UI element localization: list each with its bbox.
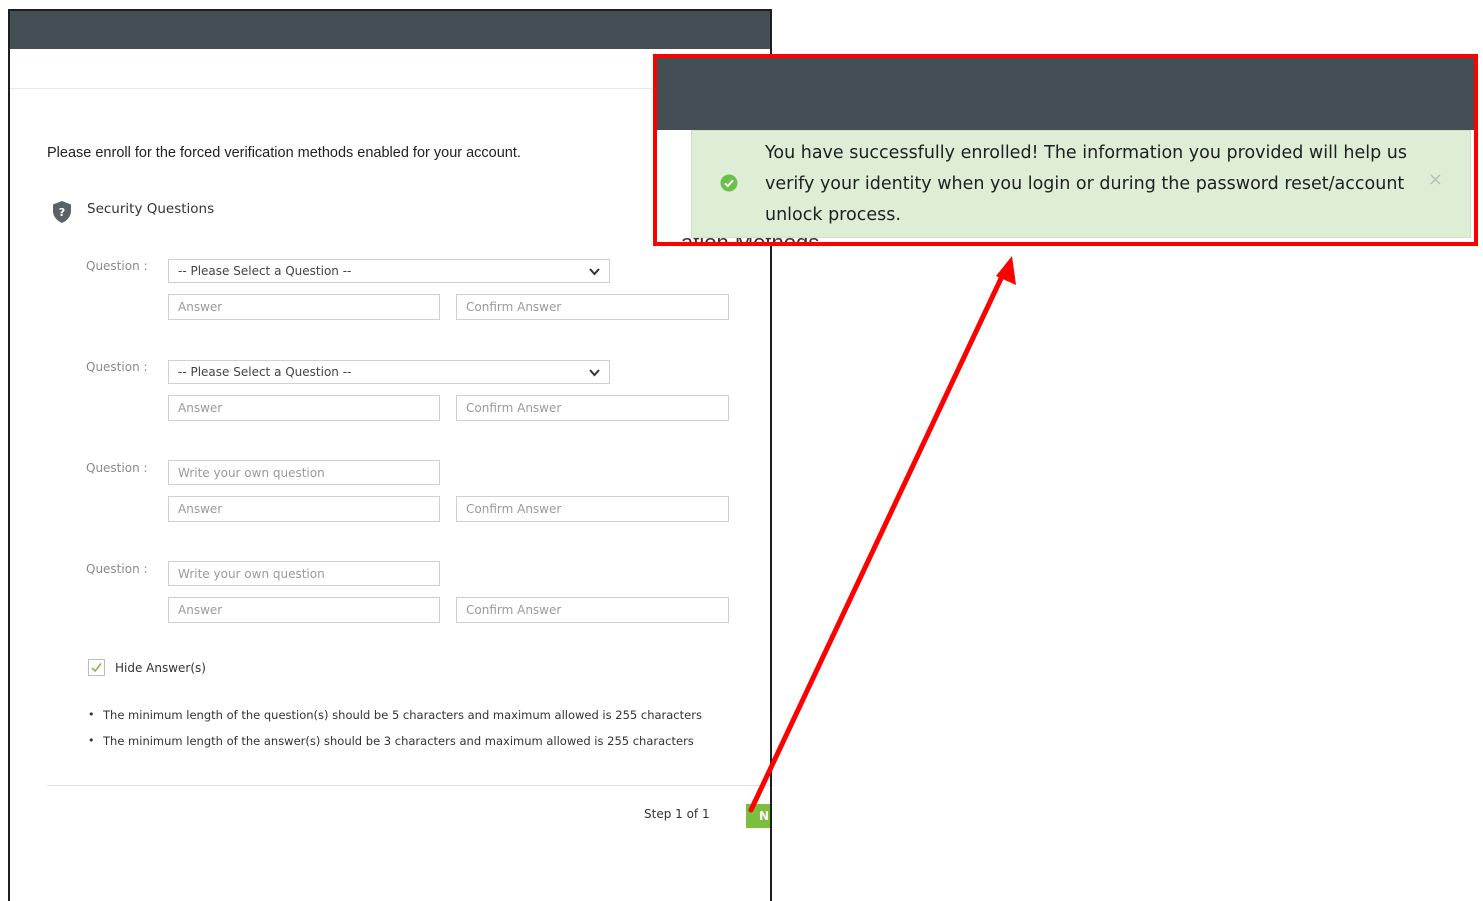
question-4-confirm-field[interactable]	[456, 597, 729, 623]
chevron-down-icon	[589, 268, 600, 276]
security-questions-title: Security Questions	[87, 201, 215, 217]
success-check-icon	[720, 174, 738, 192]
question-3-confirm-field[interactable]	[456, 496, 729, 522]
window-header-bar	[10, 11, 770, 49]
question-1-select[interactable]: -- Please Select a Question --	[168, 259, 610, 283]
question-2-selected-value: -- Please Select a Question --	[178, 365, 352, 379]
question-3-label: Question :	[86, 461, 148, 475]
question-1-answer-input[interactable]	[169, 295, 439, 319]
question-2-answer-field[interactable]	[168, 395, 440, 421]
hide-answers-label: Hide Answer(s)	[115, 661, 206, 675]
question-4-answer-input[interactable]	[169, 598, 439, 622]
success-callout: ation Methods You have successfully enro…	[653, 54, 1478, 246]
note-question-length: The minimum length of the question(s) sh…	[88, 707, 702, 733]
footer-divider	[47, 785, 770, 786]
question-1-confirm-input[interactable]	[457, 295, 728, 319]
question-2-confirm-field[interactable]	[456, 395, 729, 421]
check-icon	[91, 663, 102, 673]
question-4-custom-input[interactable]	[169, 562, 439, 585]
hide-answers-checkbox[interactable]	[88, 659, 105, 676]
shield-question-icon: ?	[53, 201, 71, 223]
question-3-confirm-input[interactable]	[457, 497, 728, 521]
question-1-label: Question :	[86, 259, 148, 273]
step-indicator: Step 1 of 1	[644, 807, 710, 821]
question-4-answer-field[interactable]	[168, 597, 440, 623]
chevron-down-icon	[589, 369, 600, 377]
question-1-confirm-field[interactable]	[456, 294, 729, 320]
question-2-label: Question :	[86, 360, 148, 374]
requirements-notes: The minimum length of the question(s) sh…	[88, 707, 702, 759]
question-2-answer-input[interactable]	[169, 396, 439, 420]
question-4-confirm-input[interactable]	[457, 598, 728, 622]
question-2-select[interactable]: -- Please Select a Question --	[168, 360, 610, 384]
question-4-label: Question :	[86, 562, 148, 576]
question-3-custom-input[interactable]	[169, 461, 439, 484]
question-4-custom-field[interactable]	[168, 561, 440, 586]
question-3-answer-input[interactable]	[169, 497, 439, 521]
success-message: You have successfully enrolled! The info…	[765, 143, 1407, 225]
success-alert: You have successfully enrolled! The info…	[691, 130, 1471, 238]
note-answer-length: The minimum length of the answer(s) shou…	[88, 733, 702, 759]
question-3-custom-field[interactable]	[168, 460, 440, 485]
question-1-answer-field[interactable]	[168, 294, 440, 320]
question-2-confirm-input[interactable]	[457, 396, 728, 420]
enrollment-intro-text: Please enroll for the forced verificatio…	[47, 145, 521, 161]
question-3-answer-field[interactable]	[168, 496, 440, 522]
close-icon[interactable]: ×	[1428, 171, 1443, 189]
question-1-selected-value: -- Please Select a Question --	[178, 264, 352, 278]
next-button[interactable]: N	[746, 804, 770, 828]
svg-text:?: ?	[59, 206, 65, 219]
callout-header-bar	[657, 58, 1474, 130]
